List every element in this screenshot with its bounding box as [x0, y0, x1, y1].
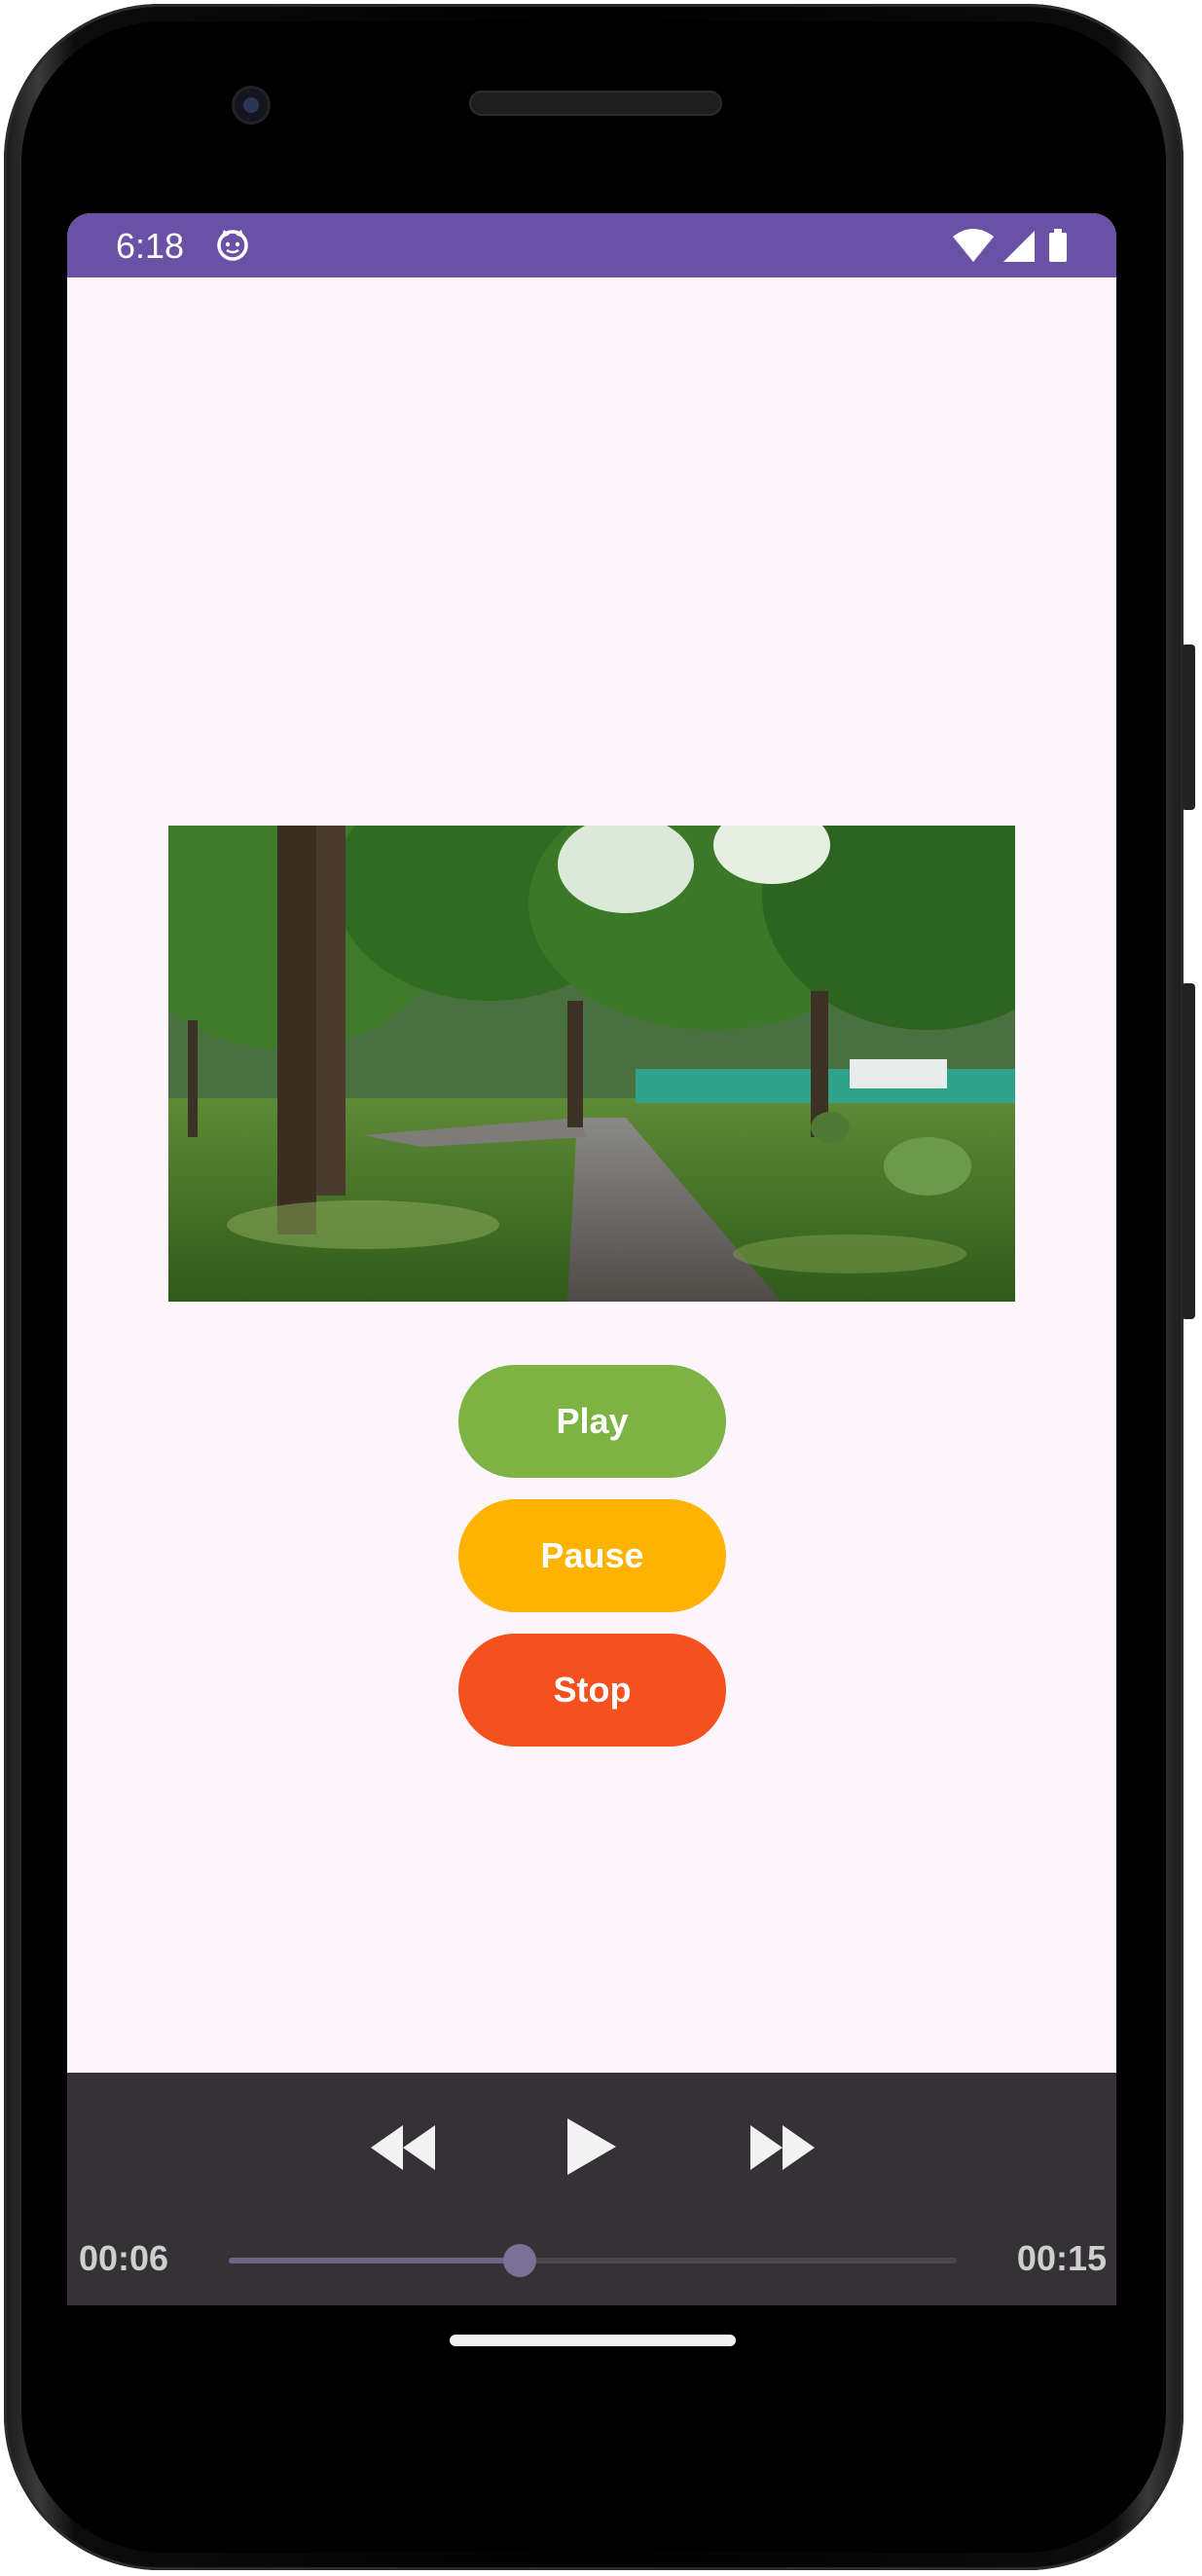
seek-bar[interactable]	[229, 2244, 957, 2277]
power-button	[1182, 644, 1195, 810]
wifi-icon	[953, 229, 994, 262]
battery-icon	[1049, 229, 1067, 262]
earpiece-speaker	[469, 91, 722, 116]
play-icon	[567, 2118, 616, 2175]
front-camera	[232, 86, 271, 125]
duration-time: 00:15	[1016, 2238, 1107, 2278]
current-time: 00:06	[79, 2238, 169, 2278]
cellular-signal-icon	[1003, 231, 1035, 262]
fast-forward-icon	[750, 2125, 815, 2170]
rewind-icon	[371, 2125, 435, 2170]
play-button[interactable]: Play	[458, 1365, 726, 1478]
seek-progress	[229, 2258, 521, 2263]
volume-button	[1182, 983, 1195, 1319]
status-time: 6:18	[116, 226, 185, 266]
cat-face-icon	[217, 230, 248, 261]
home-indicator[interactable]	[450, 2335, 736, 2346]
status-bar: 6:18	[67, 213, 1116, 277]
app-screen: 6:18 Play Pause Stop 00:06 00:15	[67, 213, 1116, 2305]
media-play-button[interactable]	[565, 2117, 619, 2176]
video-view[interactable]	[168, 826, 1015, 1302]
stop-button[interactable]: Stop	[458, 1634, 726, 1747]
park-scene-image	[168, 826, 1015, 1302]
pause-button[interactable]: Pause	[458, 1499, 726, 1612]
seek-thumb[interactable]	[503, 2244, 537, 2277]
media-controls: 00:06 00:15	[67, 2073, 1116, 2305]
fast-forward-button[interactable]	[748, 2123, 817, 2172]
status-icons	[953, 229, 1067, 262]
rewind-button[interactable]	[369, 2123, 437, 2172]
